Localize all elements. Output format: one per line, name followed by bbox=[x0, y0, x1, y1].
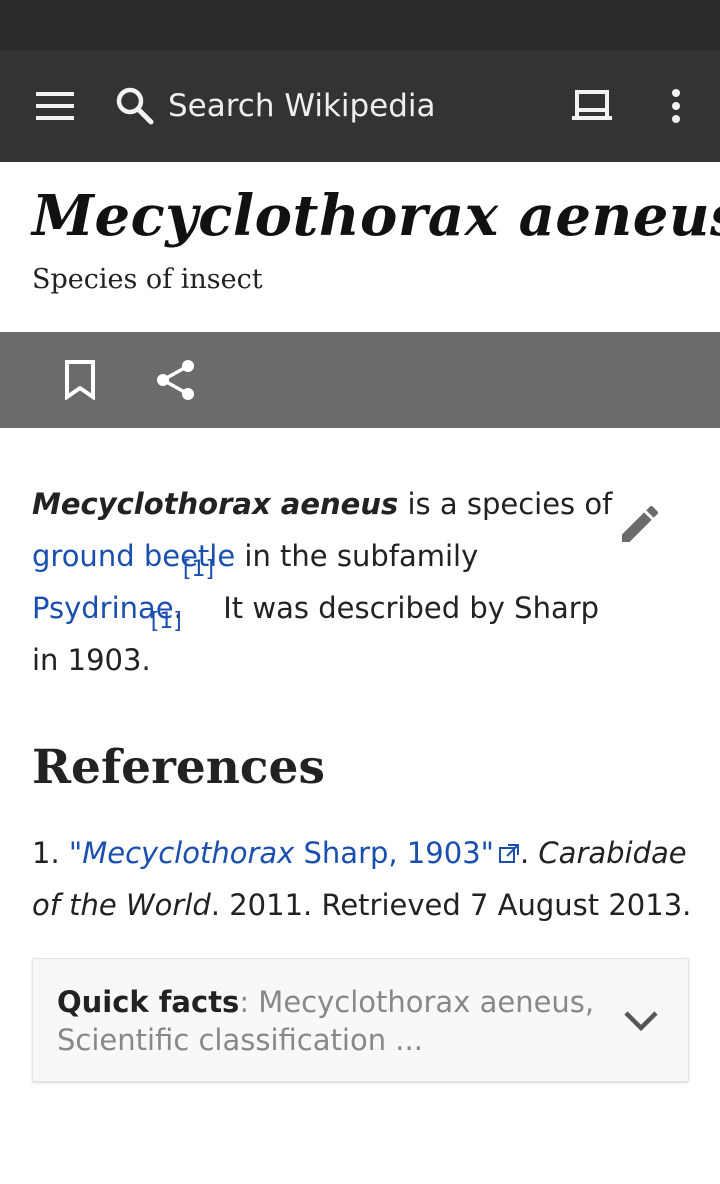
article-action-bar bbox=[0, 332, 720, 428]
reference-link-quote: " bbox=[68, 836, 83, 870]
lead-text: in the subfamily bbox=[235, 539, 479, 573]
app-toolbar: Search Wikipedia bbox=[0, 50, 720, 162]
page-subtitle: Species of insect bbox=[32, 264, 263, 295]
share-button[interactable] bbox=[148, 352, 204, 408]
pencil-icon bbox=[622, 506, 658, 542]
reference-text: . bbox=[519, 836, 539, 870]
lead-paragraph: Mecyclothorax aeneus is a species of gro… bbox=[32, 478, 632, 686]
hamburger-menu-icon bbox=[36, 92, 74, 120]
quick-facts-summary: Quick facts: Mecyclothorax aeneus, Scien… bbox=[57, 983, 597, 1059]
reference-link-rest: Sharp, 1903" bbox=[294, 836, 494, 870]
references-heading: References bbox=[32, 740, 325, 795]
tabs-button[interactable] bbox=[560, 78, 624, 134]
edit-section-button[interactable] bbox=[608, 492, 672, 556]
share-icon bbox=[157, 360, 194, 400]
reference-marker[interactable]: [1] bbox=[183, 557, 214, 582]
page-title: Mecyclothorax aeneus bbox=[32, 183, 720, 249]
more-vert-icon bbox=[672, 89, 680, 123]
reference-text: . 2011. Retrieved 7 August 2013. bbox=[210, 888, 692, 922]
reference-link[interactable]: "Mecyclothorax Sharp, 1903" bbox=[69, 836, 520, 870]
search-bar[interactable]: Search Wikipedia bbox=[108, 78, 538, 134]
reference-link-genus: Mecyclothorax bbox=[82, 836, 295, 870]
reference-item: 1. "Mecyclothorax Sharp, 1903". Carabida… bbox=[32, 827, 702, 931]
status-bar bbox=[0, 0, 720, 50]
menu-button[interactable] bbox=[26, 78, 86, 134]
reference-marker[interactable]: [1] bbox=[151, 609, 182, 634]
references-list: 1. "Mecyclothorax Sharp, 1903". Carabida… bbox=[32, 827, 702, 931]
save-page-button[interactable] bbox=[52, 352, 108, 408]
chevron-down-icon[interactable] bbox=[617, 997, 665, 1045]
lead-text: is a species of bbox=[398, 487, 613, 521]
bookmark-icon bbox=[65, 360, 95, 400]
search-icon bbox=[108, 78, 162, 134]
external-link-icon bbox=[498, 844, 519, 863]
overflow-menu-button[interactable] bbox=[648, 78, 704, 134]
tabs-icon bbox=[572, 90, 612, 120]
quick-facts-box[interactable]: Quick facts: Mecyclothorax aeneus, Scien… bbox=[32, 958, 689, 1082]
reference-number: 1. bbox=[32, 836, 60, 870]
search-placeholder: Search Wikipedia bbox=[168, 88, 436, 124]
article-subject-bold: Mecyclothorax aeneus bbox=[32, 487, 399, 521]
quick-facts-label: Quick facts bbox=[57, 985, 240, 1019]
